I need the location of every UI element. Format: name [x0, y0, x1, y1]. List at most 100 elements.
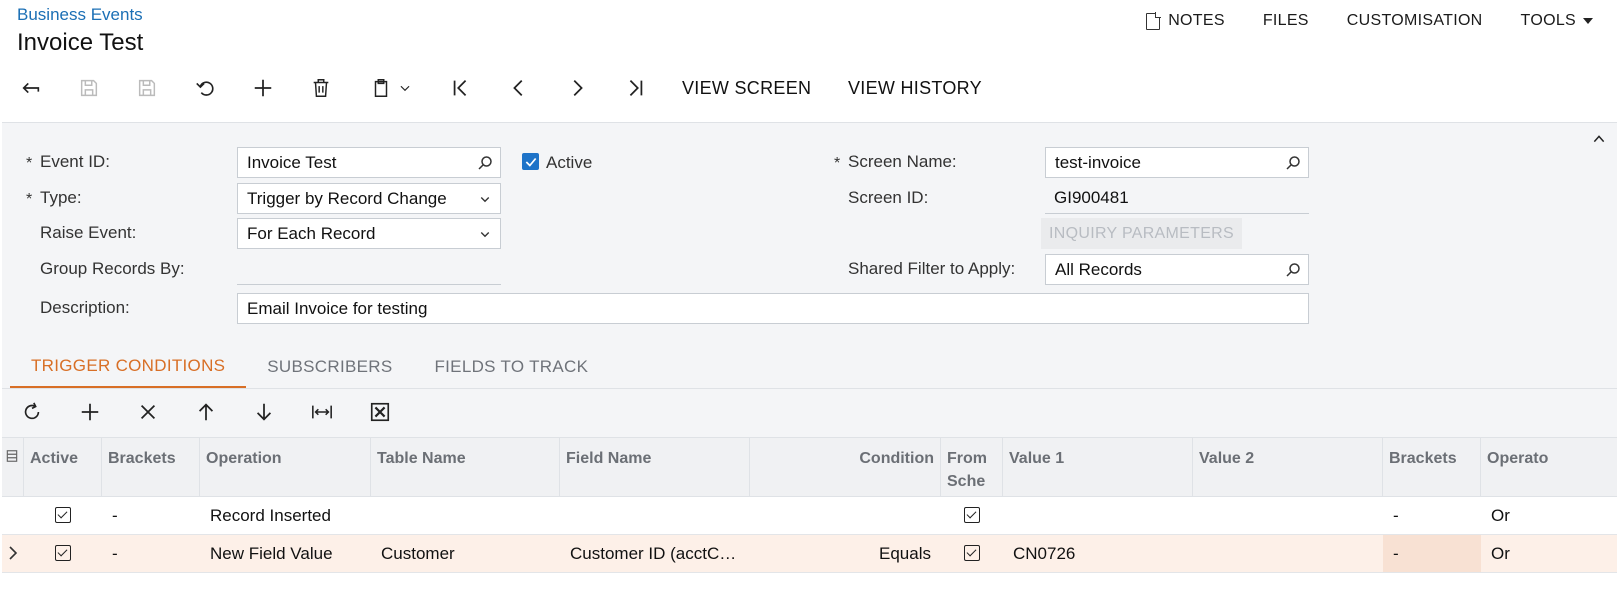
move-down-icon[interactable]: [253, 401, 275, 423]
chevron-left-icon: [513, 80, 523, 96]
chevron-down-icon: [480, 197, 490, 203]
grid-toolbar: [2, 389, 1617, 437]
column-settings-icon: [6, 450, 18, 462]
event-id-field[interactable]: Invoice Test: [237, 147, 501, 178]
fit-columns-icon[interactable]: [311, 401, 333, 423]
chevron-up-icon[interactable]: [1591, 131, 1607, 147]
shared-filter-field[interactable]: All Records: [1045, 254, 1309, 285]
add-button[interactable]: [251, 68, 275, 108]
previous-record-button[interactable]: [507, 68, 531, 108]
event-id-value: Invoice Test: [247, 153, 337, 172]
add-row-icon[interactable]: [79, 401, 101, 423]
notes-button[interactable]: NOTES: [1146, 11, 1225, 30]
cell-operation[interactable]: Record Inserted: [200, 497, 371, 534]
cell-condition[interactable]: [750, 497, 941, 534]
save-button[interactable]: [135, 68, 159, 108]
cell-operation[interactable]: New Field Value: [200, 535, 371, 572]
export-excel-icon[interactable]: [369, 401, 391, 423]
inquiry-parameters-button[interactable]: INQUIRY PARAMETERS: [1041, 218, 1242, 249]
description-label: Description:: [40, 298, 130, 317]
cell-field-name[interactable]: Customer ID (acctC…: [560, 535, 750, 572]
cell-from-schema[interactable]: [941, 535, 1003, 572]
undo-button[interactable]: [193, 68, 217, 108]
screen-name-field[interactable]: test-invoice: [1045, 147, 1309, 178]
save-close-button[interactable]: [77, 68, 101, 108]
cell-value2[interactable]: [1193, 497, 1383, 534]
group-records-field[interactable]: [237, 254, 501, 285]
table-row[interactable]: - Record Inserted - Or: [2, 497, 1617, 535]
move-up-icon[interactable]: [195, 401, 217, 423]
last-record-button[interactable]: [623, 68, 647, 108]
search-icon[interactable]: [1284, 261, 1302, 279]
view-screen-button[interactable]: VIEW SCREEN: [682, 68, 811, 108]
required-marker: *: [26, 155, 33, 172]
event-id-label: Event ID:: [40, 152, 110, 171]
checkbox-checked[interactable]: [55, 544, 71, 561]
type-label: Type:: [40, 188, 82, 207]
cell-value1[interactable]: [1003, 497, 1193, 534]
cell-operator[interactable]: Or: [1481, 535, 1617, 572]
cell-brackets-close[interactable]: -: [1383, 497, 1481, 534]
description-field[interactable]: Email Invoice for testing: [237, 293, 1309, 324]
checkbox-checked[interactable]: [964, 544, 980, 561]
screen-name-label: Screen Name:: [848, 152, 957, 171]
column-header-active[interactable]: Active: [24, 438, 102, 497]
search-icon[interactable]: [1284, 154, 1302, 172]
cell-brackets[interactable]: -: [102, 497, 200, 534]
cell-brackets[interactable]: -: [102, 535, 200, 572]
cell-value2[interactable]: [1193, 535, 1383, 572]
type-select[interactable]: Trigger by Record Change: [237, 183, 501, 214]
column-header-operation[interactable]: Operation: [200, 438, 371, 497]
first-record-button[interactable]: [449, 68, 473, 108]
screen-name-value: test-invoice: [1055, 153, 1141, 172]
refresh-icon[interactable]: [21, 401, 43, 423]
cell-operator[interactable]: Or: [1481, 497, 1617, 534]
trigger-conditions-grid: Active Brackets Operation Table Name Fie…: [2, 437, 1617, 573]
tools-button[interactable]: TOOLS: [1521, 12, 1593, 30]
column-header-condition[interactable]: Condition: [750, 438, 941, 497]
files-button[interactable]: FILES: [1263, 12, 1309, 30]
cell-table-name[interactable]: [371, 497, 560, 534]
cell-brackets-close[interactable]: -: [1383, 535, 1481, 572]
cell-from-schema[interactable]: [941, 497, 1003, 534]
tab-subscribers[interactable]: SUBSCRIBERS: [267, 345, 392, 389]
cell-active[interactable]: [24, 535, 102, 572]
save-close-icon: [80, 79, 98, 97]
tab-trigger-conditions[interactable]: TRIGGER CONDITIONS: [10, 345, 247, 389]
cell-active[interactable]: [24, 497, 102, 534]
column-chooser[interactable]: [2, 438, 24, 497]
column-header-value2[interactable]: Value 2: [1193, 438, 1383, 497]
cell-condition[interactable]: Equals: [750, 535, 941, 572]
required-marker: *: [834, 155, 841, 172]
column-header-value1[interactable]: Value 1: [1003, 438, 1193, 497]
raise-event-select[interactable]: For Each Record: [237, 218, 501, 249]
checkbox-checked[interactable]: [55, 506, 71, 523]
column-header-brackets[interactable]: Brackets: [102, 438, 200, 497]
table-row[interactable]: - New Field Value Customer Customer ID (…: [2, 535, 1617, 573]
back-button[interactable]: [19, 68, 43, 108]
tab-fields-to-track[interactable]: FIELDS TO TRACK: [434, 345, 588, 389]
copy-paste-button[interactable]: [367, 68, 415, 108]
raise-event-label: Raise Event:: [40, 223, 137, 242]
column-header-operator[interactable]: Operato: [1481, 438, 1617, 497]
customisation-button[interactable]: CUSTOMISATION: [1347, 12, 1483, 30]
search-icon[interactable]: [476, 154, 494, 172]
checkbox-checked[interactable]: [964, 506, 980, 523]
next-record-button[interactable]: [565, 68, 589, 108]
from-schema-line1: From: [947, 450, 987, 467]
cell-table-name[interactable]: Customer: [371, 535, 560, 572]
chevron-down-icon: [480, 232, 490, 238]
cell-field-name[interactable]: [560, 497, 750, 534]
column-header-from-schema[interactable]: From Sche: [941, 438, 1003, 497]
column-header-table-name[interactable]: Table Name: [371, 438, 560, 497]
delete-row-icon[interactable]: [137, 401, 159, 423]
column-header-brackets-close[interactable]: Brackets: [1383, 438, 1481, 497]
cell-value1[interactable]: CN0726: [1003, 535, 1193, 572]
last-record-icon: [629, 80, 643, 96]
view-history-button[interactable]: VIEW HISTORY: [848, 68, 982, 108]
raise-event-value: For Each Record: [247, 224, 376, 243]
delete-button[interactable]: [309, 68, 333, 108]
column-header-field-name[interactable]: Field Name: [560, 438, 750, 497]
active-checkbox[interactable]: [522, 153, 539, 170]
breadcrumb[interactable]: Business Events: [17, 5, 143, 25]
